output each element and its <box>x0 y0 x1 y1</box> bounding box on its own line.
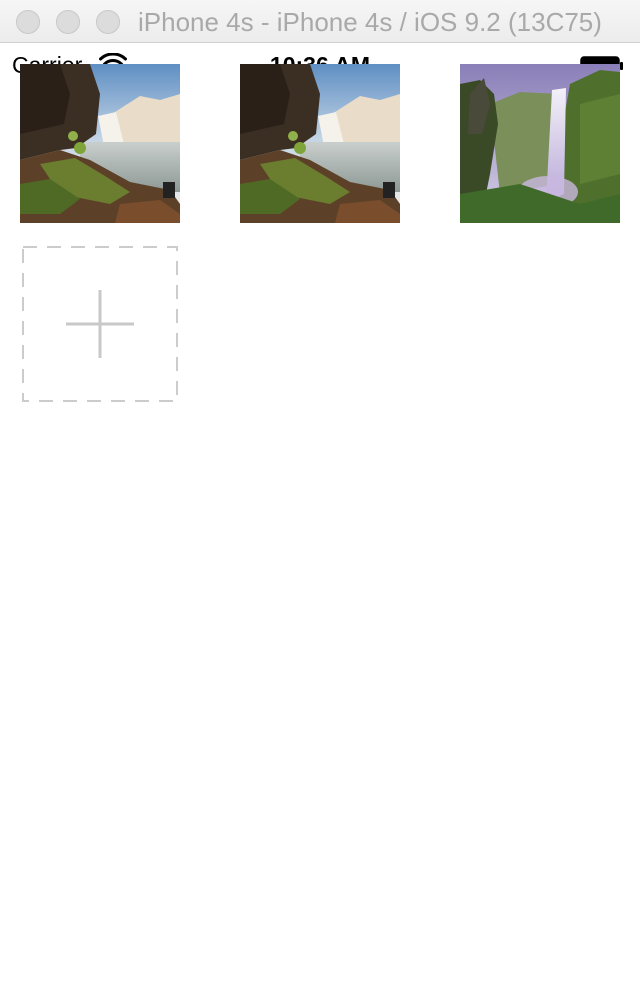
waterfall-canyon-image <box>460 64 620 223</box>
add-photo-button[interactable] <box>22 246 178 402</box>
photo-waterfall-cliff-1[interactable] <box>20 64 180 223</box>
window-close-button[interactable] <box>16 10 40 34</box>
window-title: iPhone 4s - iPhone 4s / iOS 9.2 (13C75) <box>138 7 602 37</box>
photo-waterfall-cliff-2[interactable] <box>240 64 400 223</box>
waterfall-cliff-image <box>240 64 400 223</box>
photo-waterfall-canyon[interactable] <box>460 64 620 223</box>
simulator-title-bar: iPhone 4s - iPhone 4s / iOS 9.2 (13C75) <box>0 0 640 43</box>
waterfall-cliff-image <box>20 64 180 223</box>
dashed-border <box>22 246 178 402</box>
window-minimize-button[interactable] <box>56 10 80 34</box>
plus-icon <box>66 290 134 358</box>
window-zoom-button[interactable] <box>96 10 120 34</box>
